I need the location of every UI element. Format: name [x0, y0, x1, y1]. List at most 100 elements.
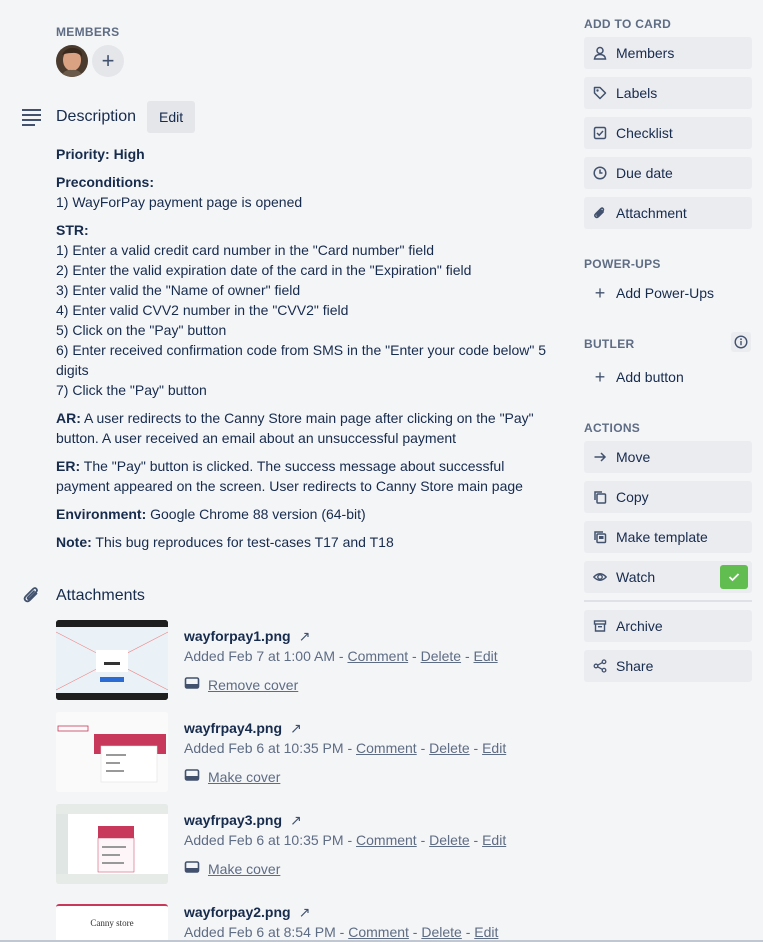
cover-toggle[interactable]: Make cover — [184, 860, 280, 877]
plus-icon: + — [594, 367, 606, 387]
edit-link[interactable]: Edit — [474, 924, 498, 940]
share-button-label: Share — [616, 658, 654, 674]
delete-link[interactable]: Delete — [421, 924, 461, 940]
paperclip-icon — [592, 205, 608, 221]
separator: - — [469, 832, 483, 848]
add-to-card-label: ADD TO CARD — [584, 17, 672, 31]
plus-icon: + — [594, 283, 606, 303]
attachment-added: Added Feb 6 at 8:54 PM — [184, 924, 336, 940]
str-step: 1) Enter a valid credit card number in t… — [56, 242, 435, 258]
info-button[interactable] — [731, 332, 751, 352]
add-member-button[interactable]: + — [92, 45, 124, 77]
attachment-thumbnail[interactable] — [56, 620, 168, 700]
separator: - — [416, 832, 430, 848]
actions-divider — [584, 600, 752, 602]
delete-link[interactable]: Delete — [429, 740, 469, 756]
members-button[interactable]: Members — [584, 37, 752, 69]
checklist-button-label: Checklist — [616, 125, 673, 141]
external-link-icon[interactable]: ↗ — [299, 628, 311, 644]
due-date-button-label: Due date — [616, 165, 673, 181]
attachment-name[interactable]: wayfrpay3.png ↗ — [184, 812, 302, 829]
edit-link[interactable]: Edit — [482, 740, 506, 756]
make-template-button-label: Make template — [616, 529, 708, 545]
attachment-filename[interactable]: wayfrpay4.png — [184, 720, 282, 736]
user-icon — [592, 45, 608, 61]
comment-link[interactable]: Comment — [356, 740, 417, 756]
str-heading: STR: — [56, 222, 89, 238]
cover-toggle[interactable]: Make cover — [184, 768, 280, 785]
er-heading: ER: — [56, 458, 81, 474]
add-power-ups-button[interactable]: + Add Power-Ups — [584, 277, 752, 309]
labels-button[interactable]: Labels — [584, 77, 752, 109]
share-icon — [592, 658, 608, 674]
due-date-button[interactable]: Due date — [584, 157, 752, 189]
share-button[interactable]: Share — [584, 650, 752, 682]
power-ups-label: POWER-UPS — [584, 257, 661, 271]
attachment-filename[interactable]: wayforpay2.png — [184, 904, 291, 920]
butler-label: BUTLER — [584, 337, 635, 351]
edit-link[interactable]: Edit — [474, 648, 498, 664]
delete-link[interactable]: Delete — [429, 832, 469, 848]
external-link-icon[interactable]: ↗ — [299, 904, 311, 920]
comment-link[interactable]: Comment — [347, 648, 408, 664]
card-cover-icon — [184, 860, 200, 877]
attachment-thumbnail[interactable]: Canny store — [56, 904, 168, 942]
attachment-thumbnail[interactable] — [56, 712, 168, 792]
attachment-filename[interactable]: wayforpay1.png — [184, 628, 291, 644]
external-link-icon[interactable]: ↗ — [290, 720, 302, 736]
cover-toggle[interactable]: Remove cover — [184, 676, 298, 693]
attachment-button-label: Attachment — [616, 205, 687, 221]
tag-icon — [592, 85, 608, 101]
preconditions-heading: Preconditions: — [56, 174, 155, 190]
members-label: MEMBERS — [56, 25, 120, 39]
delete-link[interactable]: Delete — [421, 648, 461, 664]
attachment-name[interactable]: wayforpay2.png ↗ — [184, 904, 310, 921]
separator: - — [408, 924, 422, 940]
watch-button[interactable]: Watch — [584, 561, 752, 593]
members-button-label: Members — [616, 45, 675, 61]
separator: - — [335, 924, 349, 940]
attachment-meta: Added Feb 6 at 10:35 PM - Comment - Dele… — [184, 740, 506, 756]
make-cover-link[interactable]: Make cover — [208, 769, 280, 785]
str-step: 2) Enter the valid expiration date of th… — [56, 262, 472, 278]
separator: - — [469, 740, 483, 756]
description-body: Priority: High Preconditions: 1) WayForP… — [56, 144, 548, 560]
separator: - — [343, 832, 357, 848]
external-link-icon[interactable]: ↗ — [290, 812, 302, 828]
note-text: This bug reproduces for test-cases T17 a… — [91, 534, 394, 550]
plus-icon: + — [101, 48, 115, 73]
attachment-added: Added Feb 6 at 10:35 PM — [184, 832, 344, 848]
archive-button[interactable]: Archive — [584, 610, 752, 642]
copy-button-label: Copy — [616, 489, 649, 505]
edit-description-button[interactable]: Edit — [147, 101, 196, 133]
member-avatar[interactable] — [56, 45, 88, 77]
add-button-button[interactable]: + Add button — [584, 361, 752, 393]
attachment-meta: Added Feb 6 at 10:35 PM - Comment - Dele… — [184, 832, 506, 848]
add-button-label: Add button — [616, 369, 684, 385]
attachment-button[interactable]: Attachment — [584, 197, 752, 229]
attachment-thumbnail[interactable] — [56, 804, 168, 884]
separator: - — [461, 924, 475, 940]
remove-cover-link[interactable]: Remove cover — [208, 677, 298, 693]
environment-heading: Environment: — [56, 506, 147, 522]
attachment-meta: Added Feb 6 at 8:54 PM - Comment - Delet… — [184, 924, 498, 940]
edit-link[interactable]: Edit — [482, 832, 506, 848]
str-step: 4) Enter valid CVV2 number in the "CVV2"… — [56, 302, 349, 318]
checklist-button[interactable]: Checklist — [584, 117, 752, 149]
attachment-added: Added Feb 7 at 1:00 AM — [184, 648, 335, 664]
attachment-added: Added Feb 6 at 10:35 PM — [184, 740, 344, 756]
make-cover-link[interactable]: Make cover — [208, 861, 280, 877]
str-step: 3) Enter valid the "Name of owner" field — [56, 282, 301, 298]
comment-link[interactable]: Comment — [356, 832, 417, 848]
move-button[interactable]: Move — [584, 441, 752, 473]
copy-button[interactable]: Copy — [584, 481, 752, 513]
comment-link[interactable]: Comment — [348, 924, 409, 940]
attachment-name[interactable]: wayforpay1.png ↗ — [184, 628, 310, 645]
make-template-button[interactable]: Make template — [584, 521, 752, 553]
separator: - — [416, 740, 430, 756]
attachment-filename[interactable]: wayfrpay3.png — [184, 812, 282, 828]
card-cover-icon — [184, 768, 200, 785]
attachment-name[interactable]: wayfrpay4.png ↗ — [184, 720, 302, 737]
paperclip-icon — [22, 585, 42, 608]
er-text: The "Pay" button is clicked. The success… — [56, 458, 523, 494]
